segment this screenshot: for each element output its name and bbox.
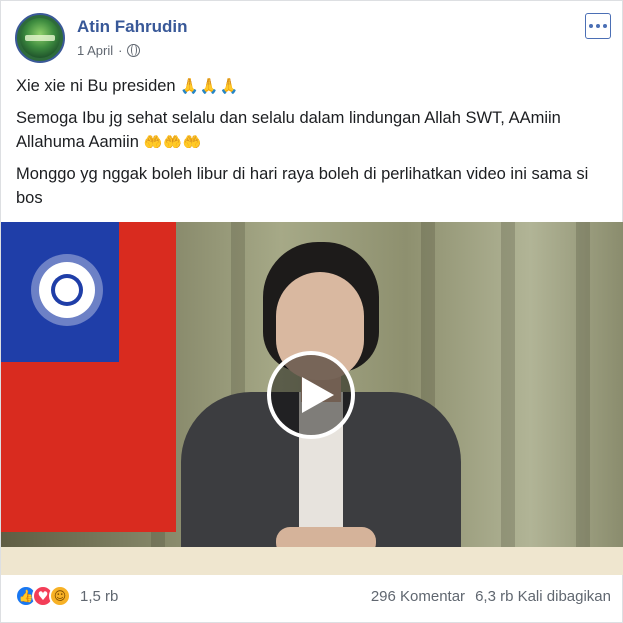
post-paragraph: Xie xie ni Bu presiden 🙏🙏🙏	[16, 74, 611, 98]
more-dot	[603, 24, 607, 28]
curtain-fold	[501, 222, 515, 552]
comment-count[interactable]: 296 Komentar	[371, 588, 465, 605]
post-text: Xie xie ni Bu presiden 🙏🙏🙏 Semoga Ibu jg…	[16, 74, 611, 218]
paragraph-text: Semoga Ibu jg sehat selalu dan selalu da…	[16, 109, 561, 151]
share-count[interactable]: 6,3 rb Kali dibagikan	[475, 588, 611, 605]
avatar-detail	[25, 35, 55, 41]
globe-icon[interactable]	[127, 44, 141, 57]
flag	[1, 222, 176, 532]
care-icon: ☺	[49, 585, 71, 607]
post-header: Atin Fahrudin 1 April ·	[15, 13, 611, 65]
desk	[1, 547, 623, 575]
paragraph-text: Xie xie ni Bu presiden	[16, 77, 181, 95]
paragraph-text: Monggo yg nggak boleh libur di hari raya…	[16, 165, 589, 207]
video-player[interactable]	[1, 222, 623, 575]
curtain-fold	[576, 222, 590, 552]
post-footer: 👍 ♥ ☺ 1,5 rb 296 Komentar 6,3 rb Kali di…	[15, 581, 611, 611]
facebook-post-card: Atin Fahrudin 1 April · Xie xie ni Bu pr…	[0, 0, 623, 623]
more-dot	[589, 24, 593, 28]
flag-sun-center	[55, 278, 79, 302]
palms-up-emoji: 🤲🤲🤲	[143, 133, 203, 151]
avatar[interactable]	[15, 13, 65, 63]
play-triangle	[302, 377, 334, 413]
praying-hands-emoji: 🙏🙏🙏	[180, 77, 240, 95]
author-name[interactable]: Atin Fahrudin	[77, 17, 187, 37]
more-dot	[596, 24, 600, 28]
post-stats: 296 Komentar 6,3 rb Kali dibagikan	[371, 588, 611, 605]
post-paragraph: Semoga Ibu jg sehat selalu dan selalu da…	[16, 106, 611, 154]
post-date[interactable]: 1 April	[77, 43, 113, 58]
post-meta: 1 April ·	[77, 43, 141, 58]
reaction-count[interactable]: 1,5 rb	[80, 588, 118, 605]
post-paragraph: Monggo yg nggak boleh libur di hari raya…	[16, 162, 611, 210]
reactions-summary[interactable]: 👍 ♥ ☺ 1,5 rb	[15, 585, 118, 607]
date-separator: ·	[118, 43, 123, 58]
more-options-icon[interactable]	[585, 13, 611, 39]
play-icon[interactable]	[267, 351, 355, 439]
